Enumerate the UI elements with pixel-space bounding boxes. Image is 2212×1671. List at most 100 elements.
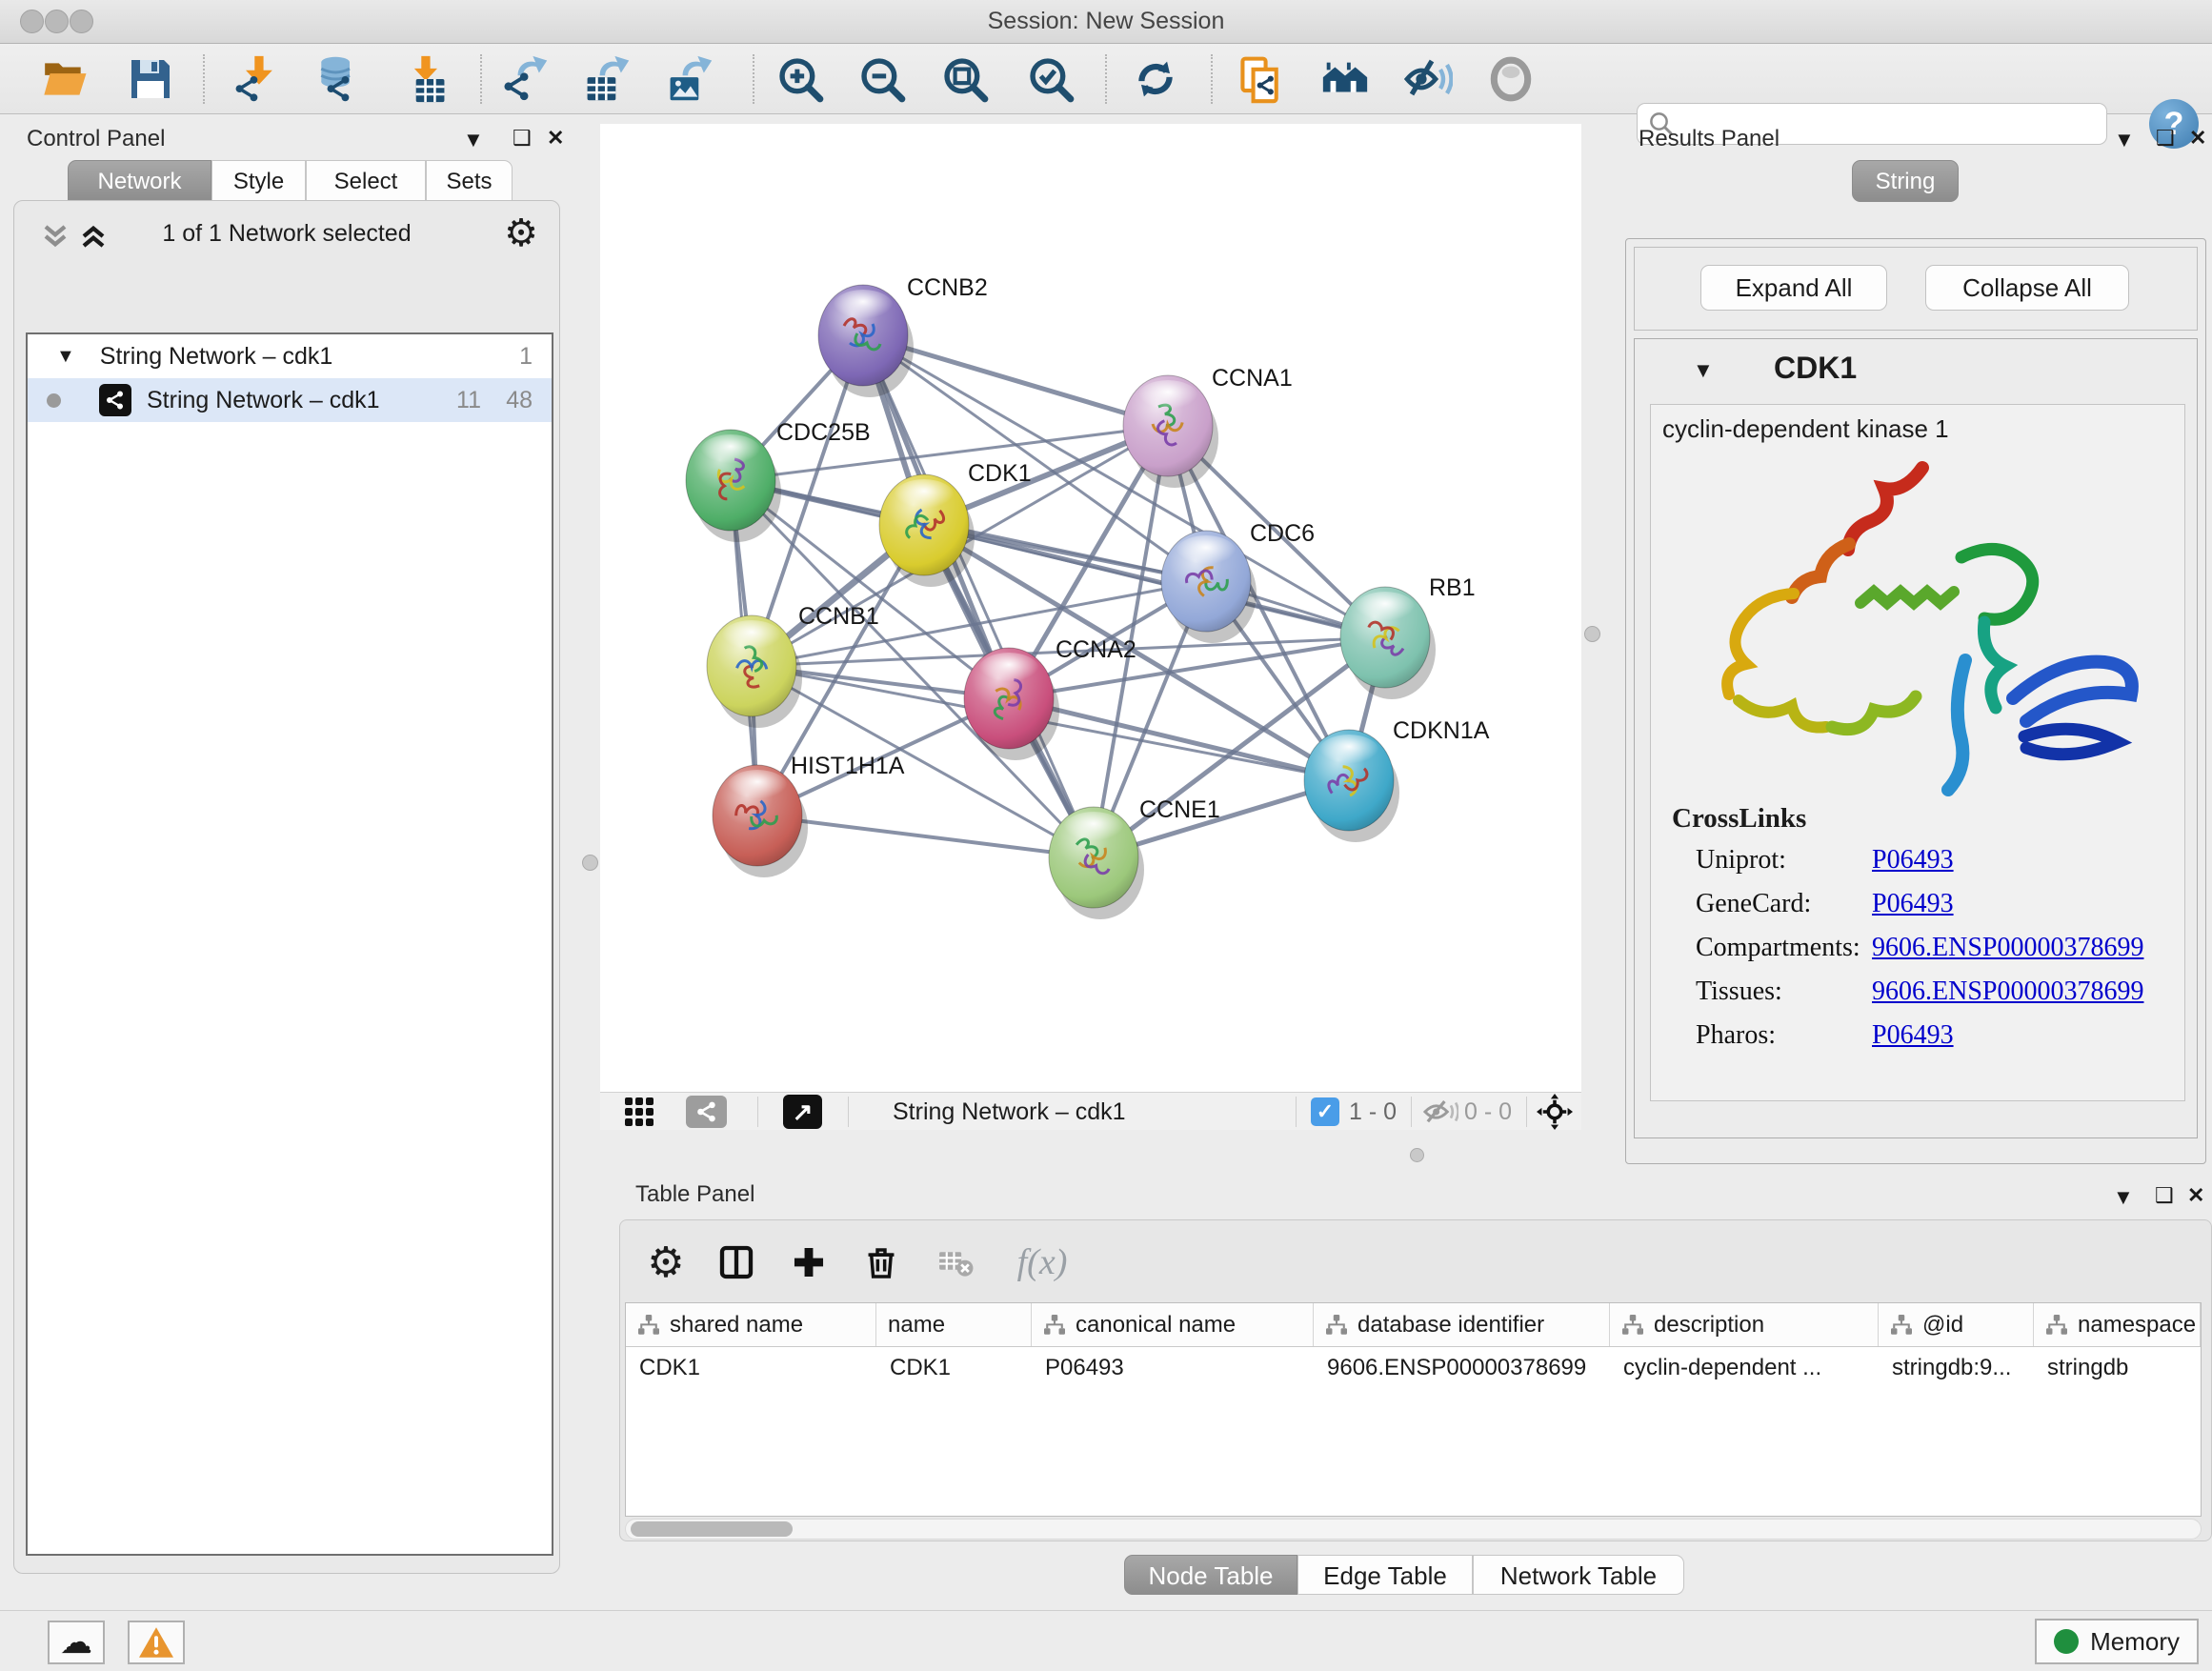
grid-view-icon[interactable] [625,1097,674,1126]
network-node-CCNE1[interactable]: CCNE1 [1049,796,1220,919]
tab-style[interactable]: Style [211,160,306,202]
network-view-statusbar: ↗ String Network – cdk1 ✓ 1 - 0 0 - 0 [600,1092,1581,1130]
warnings-button[interactable] [128,1621,185,1664]
column-header--id[interactable]: @id [1879,1303,2034,1346]
table-panel-collapse-icon[interactable]: ▼ [2113,1185,2134,1210]
first-neighbors-button[interactable] [1318,52,1372,106]
right-splitter-handle[interactable] [1584,626,1600,642]
zoom-selected-button[interactable] [1024,52,1077,106]
table-row[interactable]: CDK1CDK1P064939606.ENSP00000378699cyclin… [626,1347,2201,1389]
open-session-button[interactable] [38,52,91,106]
add-column-plus-icon[interactable] [780,1234,837,1291]
memory-button[interactable]: Memory [2035,1619,2199,1664]
table-cell[interactable]: stringdb [2034,1347,2201,1389]
network-collection-row[interactable]: ▼ String Network – cdk1 1 [28,334,552,378]
export-network-button[interactable] [498,52,552,106]
network-node-CCNA1[interactable]: CCNA1 [1123,365,1293,488]
hidden-eye-slash-icon[interactable] [1422,1098,1458,1125]
horizontal-scrollbar[interactable] [625,1519,2202,1540]
results-panel-close-icon[interactable]: ✕ [2189,126,2206,151]
function-builder-fx[interactable]: f(x) [999,1234,1085,1291]
crosslink-link[interactable]: P06493 [1872,1020,1954,1051]
network-row-selected[interactable]: String Network – cdk1 11 48 [28,378,552,422]
zoom-fit-button[interactable] [938,52,992,106]
column-header-canonical-name[interactable]: canonical name [1032,1303,1314,1346]
bottom-splitter-handle[interactable] [1410,1148,1424,1162]
selected-checkbox-icon[interactable]: ✓ [1311,1097,1339,1126]
left-splitter-handle[interactable] [582,855,598,871]
tab-sets[interactable]: Sets [426,160,513,202]
refresh-button[interactable] [1129,52,1182,106]
column-header-name[interactable]: name [876,1303,1032,1346]
show-columns-icon[interactable] [708,1234,765,1291]
crosslink-link[interactable]: P06493 [1872,889,1954,919]
delete-column-trash-icon[interactable] [853,1234,910,1291]
control-panel-collapse-icon[interactable]: ▼ [463,128,484,152]
import-network-button[interactable] [231,52,285,106]
column-header-shared-name[interactable]: shared name [626,1303,876,1346]
network-node-CCNA2[interactable]: CCNA2 [964,636,1136,760]
disclosure-triangle-icon[interactable]: ▼ [56,346,75,368]
network-options-gear-icon[interactable]: ⚙ [504,214,538,252]
selected-counts: 1 - 0 [1349,1098,1397,1126]
table-cell[interactable]: P06493 [1032,1347,1314,1389]
export-image-button[interactable] [663,52,716,106]
network-node-CDK1[interactable]: CDK1 [879,460,1032,587]
table-panel-float-icon[interactable]: ❑ [2155,1183,2174,1208]
export-table-icon [582,54,632,104]
table-cell[interactable]: stringdb:9... [1879,1347,2034,1389]
gene-disclosure-triangle-icon[interactable]: ▼ [1693,358,1714,383]
tab-string[interactable]: String [1852,160,1959,202]
zoom-in-button[interactable] [774,52,827,106]
birdseye-view-icon[interactable]: ↗ [783,1095,822,1129]
network-node-RB1[interactable]: RB1 [1340,574,1476,699]
network-view-share-icon[interactable] [686,1096,727,1128]
control-panel: Control Panel ▼ ❑ ✕ NetworkStyleSelectSe… [10,124,564,1576]
memory-label: Memory [2090,1627,2180,1657]
fit-content-crosshair-icon[interactable] [1537,1094,1573,1130]
table-settings-gear-icon[interactable]: ⚙ [637,1234,694,1291]
cloud-status-button[interactable]: ☁ [48,1621,105,1664]
clone-network-button[interactable] [1234,52,1287,106]
crosslink-link[interactable]: P06493 [1872,845,1954,876]
column-header-database-identifier[interactable]: database identifier [1314,1303,1610,1346]
column-header-description[interactable]: description [1610,1303,1879,1346]
results-panel-collapse-icon[interactable]: ▼ [2114,128,2135,152]
horizontal-scrollbar-thumb[interactable] [631,1521,793,1537]
network-edge-HIST1H1A-CCNE1[interactable] [757,815,1094,857]
control-panel-float-icon[interactable]: ❑ [513,126,532,151]
network-node-HIST1H1A[interactable]: HIST1H1A [713,753,905,877]
expand-all-button[interactable]: Expand All [1700,265,1887,311]
import-table-button[interactable] [398,52,452,106]
node-table[interactable]: shared namenamecanonical namedatabase id… [625,1302,2202,1517]
show-all-button[interactable] [1484,52,1538,106]
tab-edge-table[interactable]: Edge Table [1297,1555,1473,1595]
zoom-out-button[interactable] [855,52,909,106]
table-cell[interactable]: CDK1 [626,1347,876,1389]
tab-network-table[interactable]: Network Table [1473,1555,1684,1595]
table-panel-close-icon[interactable]: ✕ [2187,1183,2204,1208]
column-header-namespace[interactable]: namespace [2034,1303,2201,1346]
export-table-button[interactable] [580,52,633,106]
crosslink-link[interactable]: 9606.ENSP00000378699 [1872,976,2143,1007]
table-cell[interactable]: cyclin-dependent ... [1610,1347,1879,1389]
delete-table-icon[interactable] [927,1234,984,1291]
tab-select[interactable]: Select [306,160,426,202]
table-cell[interactable]: CDK1 [876,1347,1032,1389]
control-panel-close-icon[interactable]: ✕ [547,126,564,151]
crosslink-link[interactable]: 9606.ENSP00000378699 [1872,933,2143,963]
network-node-CDKN1A[interactable]: CDKN1A [1304,717,1490,842]
results-panel-float-icon[interactable]: ❑ [2156,126,2175,151]
table-cell[interactable]: 9606.ENSP00000378699 [1314,1347,1610,1389]
import-database-button[interactable] [311,52,364,106]
network-node-CDC25B[interactable]: CDC25B [686,419,871,542]
save-session-button[interactable] [124,52,177,106]
network-node-CCNB1[interactable]: CCNB1 [707,603,879,728]
hide-selected-button[interactable] [1401,52,1455,106]
network-node-CDC6[interactable]: CDC6 [1161,520,1315,643]
tab-network[interactable]: Network [68,160,211,202]
tab-node-table[interactable]: Node Table [1124,1555,1297,1595]
network-canvas[interactable]: CCNB2 CCNA1 CDC25BCDK1 CDC6RB1 CCNB1 CCNA2 CDK… [600,124,1581,1092]
collapse-all-button[interactable]: Collapse All [1925,265,2129,311]
network-node-CCNB2[interactable]: CCNB2 [818,274,988,397]
